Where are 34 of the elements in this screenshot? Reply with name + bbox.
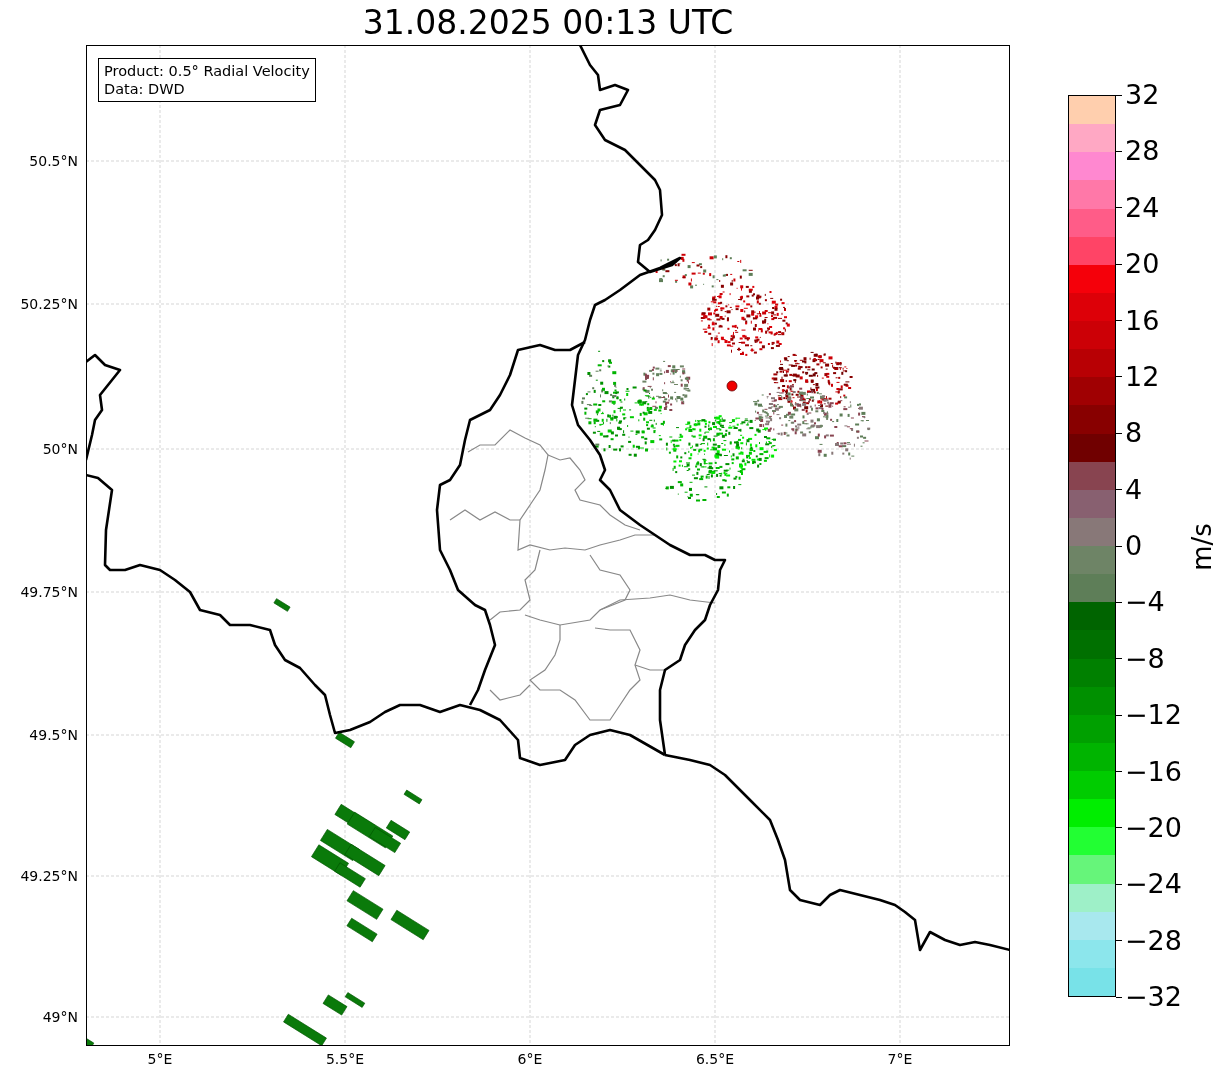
longitude-label: 6.5°E (695, 1051, 735, 1067)
colorbar-tick-label: 28 (1125, 136, 1160, 167)
colorbar-unit-label: m/s (1186, 523, 1217, 571)
colorbar-tick-label: −32 (1125, 982, 1182, 1012)
colorbar-tick-label: −28 (1125, 925, 1182, 956)
colorbar-tick-label: −8 (1125, 643, 1165, 674)
longitude-label: 5.5°E (325, 1051, 365, 1067)
longitude-label: 7°E (887, 1051, 913, 1067)
colorbar-tick-label: 0 (1125, 531, 1143, 561)
latitude-label: 49.75°N (20, 584, 78, 600)
colorbar-tick-label: 4 (1125, 474, 1143, 505)
colorbar-tick-label: −4 (1125, 587, 1165, 618)
latitude-label: 49.25°N (20, 868, 78, 884)
legend-text: Product: 0.5° Radial Velocity (104, 62, 310, 80)
latitude-label: 50°N (42, 441, 78, 457)
legend-text: Data: DWD (104, 80, 186, 98)
latitude-label: 50.5°N (29, 153, 78, 169)
longitude-label: 6°E (517, 1051, 543, 1067)
colorbar-tick-label: 8 (1125, 418, 1143, 449)
radar-site-icon (726, 380, 738, 392)
colorbar-tick-label: −12 (1125, 700, 1182, 731)
colorbar-tick-label: −16 (1125, 756, 1182, 787)
latitude-label: 50.25°N (20, 296, 78, 312)
colorbar-tick-label: 16 (1125, 305, 1160, 336)
colorbar-tick-label: −24 (1125, 869, 1182, 900)
latitude-label: 49°N (42, 1009, 78, 1025)
colorbar-tick-label: 20 (1125, 249, 1160, 280)
chart-title: 31.08.2025 00:13 UTC (361, 2, 735, 44)
colorbar-tick-label: −20 (1125, 812, 1182, 843)
longitude-label: 5°E (147, 1051, 173, 1067)
colorbar-tick-label: 24 (1125, 192, 1160, 223)
colorbar-tick-label: 12 (1125, 361, 1160, 392)
latitude-label: 49.5°N (29, 727, 78, 743)
colorbar-tick-label: 32 (1125, 80, 1160, 110)
